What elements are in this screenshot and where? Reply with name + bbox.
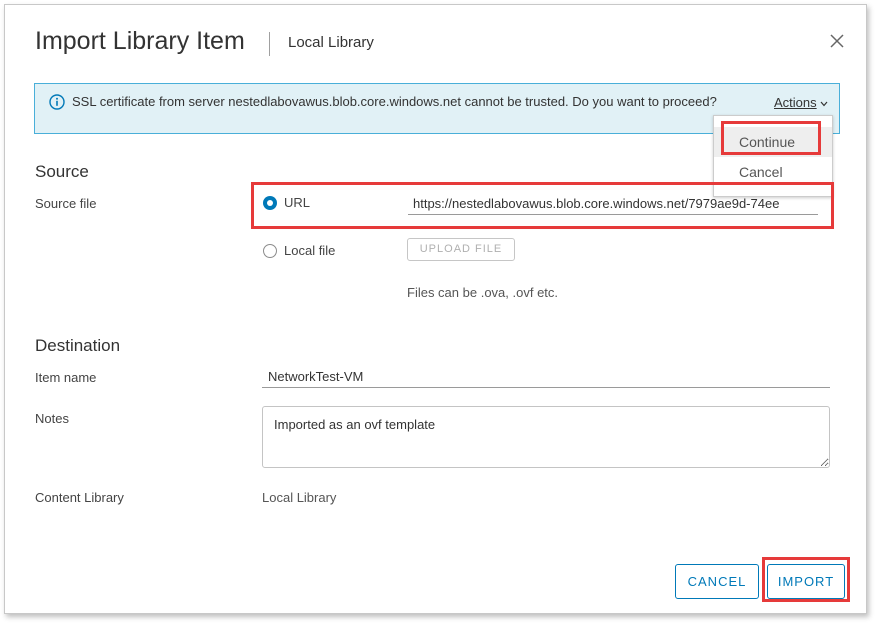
- dialog-subtitle: Local Library: [288, 34, 374, 51]
- destination-heading: Destination: [35, 336, 121, 355]
- chevron-down-icon: [820, 101, 828, 106]
- url-radio-label[interactable]: URL: [284, 195, 310, 210]
- content-library-value: Local Library: [262, 490, 337, 505]
- import-button[interactable]: IMPORT: [767, 564, 845, 599]
- actions-dropdown-menu: Continue Cancel: [713, 115, 833, 197]
- local-file-radio-label[interactable]: Local file: [284, 243, 335, 258]
- dialog-title: Import Library Item: [35, 27, 245, 55]
- menu-item-cancel[interactable]: Cancel: [714, 160, 832, 184]
- url-radio[interactable]: [263, 196, 277, 210]
- item-name-label: Item name: [35, 370, 97, 385]
- source-heading: Source: [35, 162, 89, 181]
- file-type-hint: Files can be .ova, .ovf etc.: [407, 285, 559, 300]
- source-file-label: Source file: [35, 196, 97, 211]
- close-icon[interactable]: [827, 31, 847, 51]
- alert-actions-label: Actions: [774, 95, 817, 110]
- upload-file-button[interactable]: UPLOAD FILE: [407, 238, 515, 261]
- item-name-input[interactable]: [262, 366, 830, 388]
- content-library-label: Content Library: [35, 490, 124, 505]
- local-file-radio[interactable]: [263, 244, 277, 258]
- notes-label: Notes: [35, 411, 69, 426]
- alert-actions-button[interactable]: Actions: [774, 95, 828, 110]
- info-icon: [49, 94, 65, 110]
- alert-message: SSL certificate from server nestedlabova…: [72, 94, 717, 109]
- title-divider: [269, 32, 270, 56]
- notes-textarea[interactable]: Imported as an ovf template: [262, 406, 830, 468]
- cancel-button[interactable]: CANCEL: [675, 564, 759, 599]
- menu-item-continue[interactable]: Continue: [714, 127, 832, 157]
- import-library-item-dialog: Import Library Item Local Library SSL ce…: [4, 4, 867, 614]
